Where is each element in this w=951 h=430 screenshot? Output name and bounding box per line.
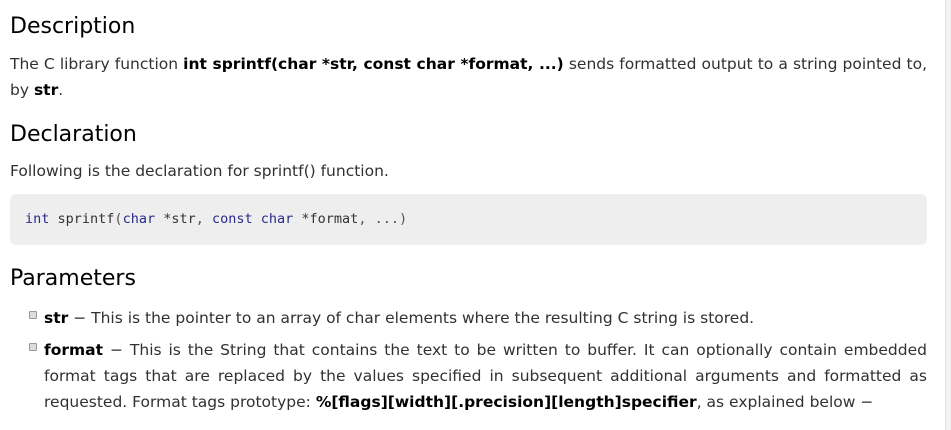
parameters-heading: Parameters <box>10 266 136 291</box>
bullet-icon <box>29 311 37 319</box>
param-name: str <box>44 309 69 327</box>
param-description: − This is the pointer to an array of cha… <box>68 309 755 327</box>
code-arg-format: *format <box>293 211 359 227</box>
declaration-heading: Declaration <box>10 122 137 147</box>
parameters-list: str − This is the pointer to an array of… <box>10 305 927 415</box>
param-name: format <box>44 341 104 359</box>
code-paren-open: ( <box>114 211 123 227</box>
code-ellipsis: ... <box>366 211 399 227</box>
param-description-post: , as explained below − <box>696 393 874 411</box>
description-heading: Description <box>10 14 136 39</box>
description-paragraph: The C library function int sprintf(char … <box>10 51 927 103</box>
scrollbar[interactable] <box>945 0 951 430</box>
code-keyword-char: char <box>122 211 156 227</box>
code-arg-str: *str <box>155 211 196 227</box>
declaration-intro: Following is the declaration for sprintf… <box>10 162 389 180</box>
code-keyword-int: int <box>25 211 50 227</box>
code-block: int sprintf(char *str, const char *forma… <box>10 194 927 245</box>
list-item: str − This is the pointer to an array of… <box>10 305 927 331</box>
code-comma: , <box>195 211 204 227</box>
code-function-name: sprintf <box>49 211 115 227</box>
code-paren-close: ) <box>398 211 408 227</box>
code-keyword-char: char <box>252 211 294 227</box>
description-text-post: . <box>58 81 64 99</box>
function-signature: int sprintf(char *str, const char *forma… <box>183 55 564 73</box>
description-text-pre: The C library function <box>10 55 184 73</box>
format-prototype: %[flags][width][.precision][length]speci… <box>315 393 697 411</box>
code-keyword-const: const <box>203 211 253 227</box>
bullet-icon <box>29 343 37 351</box>
str-keyword: str <box>33 81 59 99</box>
list-item: format − This is the String that contain… <box>10 337 927 415</box>
